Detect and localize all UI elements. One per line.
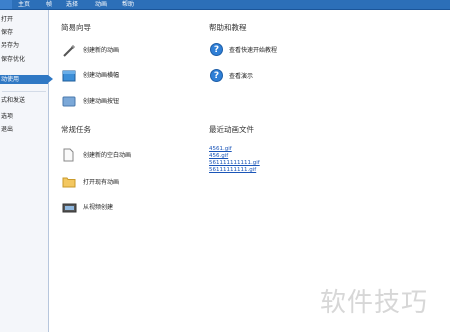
view-demo-link[interactable]: 查看演示	[229, 73, 253, 81]
menu-bar: 主页 帧 选择 动画 帮助	[0, 0, 450, 10]
menu-tab-animation[interactable]: 动画	[95, 1, 107, 8]
magic-wand-icon	[63, 45, 75, 57]
sidebar-item-open[interactable]: 打开	[0, 15, 48, 24]
sidebar-item-save-optimized[interactable]: 保存优化	[0, 55, 48, 64]
recent-file-link[interactable]: 4561.gif	[209, 146, 232, 152]
create-from-video-link[interactable]: 从视频创建	[83, 204, 113, 212]
sidebar-item-save-as[interactable]: 另存为	[0, 41, 48, 50]
sidebar-item-exit[interactable]: 退出	[0, 125, 48, 134]
help-tutorials-title: 帮助和教程	[209, 23, 247, 32]
sidebar-item-start-using[interactable]: 动使用	[0, 75, 53, 84]
create-animated-banner-link[interactable]: 创建动画横幅	[83, 72, 119, 80]
recent-file-link[interactable]: 561111111111.gif	[209, 160, 260, 166]
recent-files-title: 最近动画文件	[209, 125, 254, 134]
sidebar-item-save[interactable]: 保存	[0, 28, 48, 37]
blank-document-icon	[63, 148, 74, 162]
recent-file-link[interactable]: 456.gif	[209, 153, 228, 159]
help-icon: ?	[210, 69, 223, 82]
create-blank-animation-link[interactable]: 创建新的空白动画	[83, 152, 131, 160]
banner-icon	[62, 70, 76, 82]
common-tasks-title: 常规任务	[61, 125, 91, 134]
create-new-animation-link[interactable]: 创建新的动画	[83, 47, 119, 55]
sidebar-divider	[2, 91, 46, 92]
sidebar-item-options[interactable]: 选项	[0, 112, 48, 121]
menu-tab-select[interactable]: 选择	[66, 1, 78, 8]
file-sidebar: 打开 保存 另存为 保存优化 动使用 式和发送 选项 退出	[0, 10, 53, 332]
open-existing-animation-link[interactable]: 打开现有动画	[83, 179, 119, 187]
quick-start-title: 简易向导	[61, 23, 91, 32]
view-quick-start-tutorial-link[interactable]: 查看快速开始教程	[229, 47, 277, 55]
menu-tab-frame[interactable]: 帧	[46, 1, 52, 8]
menu-tab-help[interactable]: 帮助	[122, 1, 134, 8]
folder-icon	[62, 177, 76, 188]
watermark: 软件技巧	[320, 288, 429, 318]
help-icon: ?	[210, 43, 223, 56]
button-icon	[62, 96, 76, 107]
menu-tab-home[interactable]: 主页	[18, 1, 30, 8]
video-icon	[62, 203, 77, 213]
sidebar-item-share-send[interactable]: 式和发送	[0, 96, 48, 105]
recent-file-link[interactable]: 56111111111.gif	[209, 167, 256, 173]
file-menu-button[interactable]	[0, 0, 12, 9]
create-animated-button-link[interactable]: 创建动画按钮	[83, 98, 119, 106]
